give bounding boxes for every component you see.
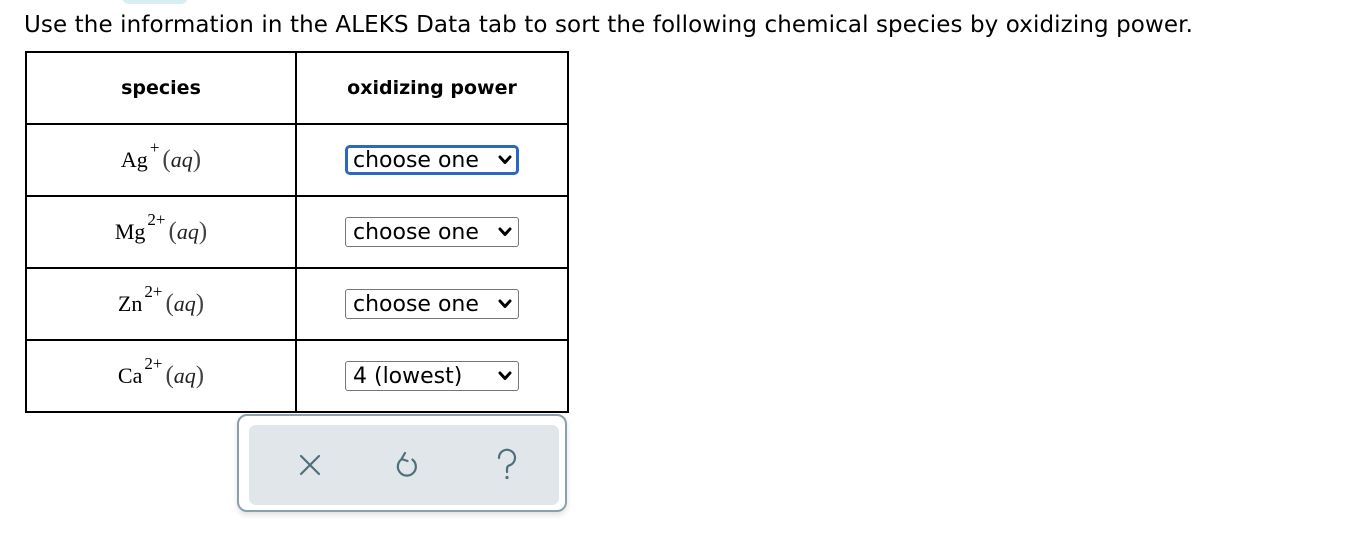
header-species: species <box>25 51 297 125</box>
species-mg: Mg 2+ (aq) <box>114 210 208 246</box>
undo-icon <box>396 451 417 477</box>
species-symbol: Ag <box>120 147 148 172</box>
power-cell: choose one <box>295 195 569 269</box>
table-row: Ca 2+ (aq) 4 (lowest) <box>25 339 569 413</box>
species-state: aq <box>176 219 199 244</box>
species-symbol: Mg <box>114 219 146 244</box>
species-charge: 2+ <box>144 354 163 373</box>
header-oxidizing-power: oxidizing power <box>295 51 569 125</box>
select-value: choose one <box>353 147 479 173</box>
instruction-text: Use the information in the ALEKS Data ta… <box>24 12 1193 38</box>
state-paren-close: ) <box>198 218 208 245</box>
species-cell: Ca 2+ (aq) <box>25 339 297 413</box>
oxidizing-power-select-ca[interactable]: 4 (lowest) <box>345 361 519 391</box>
oxidizing-power-select-mg[interactable]: choose one <box>345 217 519 247</box>
power-cell: choose one <box>295 267 569 341</box>
select-value: choose one <box>353 291 479 317</box>
state-paren-close: ) <box>195 362 205 389</box>
species-charge: 2+ <box>147 210 166 229</box>
species-cell: Mg 2+ (aq) <box>25 195 297 269</box>
chevron-down-icon <box>498 299 512 308</box>
species-symbol: Ca <box>117 363 143 388</box>
select-value: choose one <box>353 219 479 245</box>
help-button[interactable] <box>489 447 525 483</box>
state-paren-open: ( <box>165 290 174 317</box>
species-symbol: Zn <box>117 291 143 316</box>
state-paren-open: ( <box>165 362 174 389</box>
chevron-down-icon <box>498 371 512 380</box>
table-row: Zn 2+ (aq) choose one <box>25 267 569 341</box>
power-cell: 4 (lowest) <box>295 339 569 413</box>
table-header-row: species oxidizing power <box>25 51 569 125</box>
species-state: aq <box>170 147 193 172</box>
oxidizing-power-select-ag[interactable]: choose one <box>345 145 519 175</box>
answer-toolbar-panel <box>249 425 559 505</box>
species-cell: Zn 2+ (aq) <box>25 267 297 341</box>
top-tab-edge <box>122 0 188 4</box>
state-paren-open: ( <box>162 146 171 173</box>
help-icon <box>497 448 517 480</box>
species-state: aq <box>173 363 196 388</box>
table-row: Ag + (aq) choose one <box>25 123 569 197</box>
close-icon <box>299 454 321 476</box>
species-cell: Ag + (aq) <box>25 123 297 197</box>
answer-toolbar <box>237 414 567 512</box>
state-paren-close: ) <box>192 146 202 173</box>
species-zn: Zn 2+ (aq) <box>117 282 205 318</box>
undo-button[interactable] <box>389 447 425 483</box>
clear-button[interactable] <box>292 447 328 483</box>
species-state: aq <box>173 291 196 316</box>
oxidizing-power-select-zn[interactable]: choose one <box>345 289 519 319</box>
state-paren-close: ) <box>195 290 205 317</box>
table-row: Mg 2+ (aq) choose one <box>25 195 569 269</box>
sort-table: species oxidizing power Ag + (aq) choose o… <box>25 51 569 413</box>
species-charge: + <box>149 138 160 157</box>
species-charge: 2+ <box>144 282 163 301</box>
state-paren-open: ( <box>168 218 177 245</box>
chevron-down-icon <box>498 155 512 164</box>
select-value: 4 (lowest) <box>353 363 463 389</box>
species-ag: Ag + (aq) <box>120 138 202 174</box>
power-cell: choose one <box>295 123 569 197</box>
chevron-down-icon <box>498 227 512 236</box>
species-ca: Ca 2+ (aq) <box>117 354 205 390</box>
